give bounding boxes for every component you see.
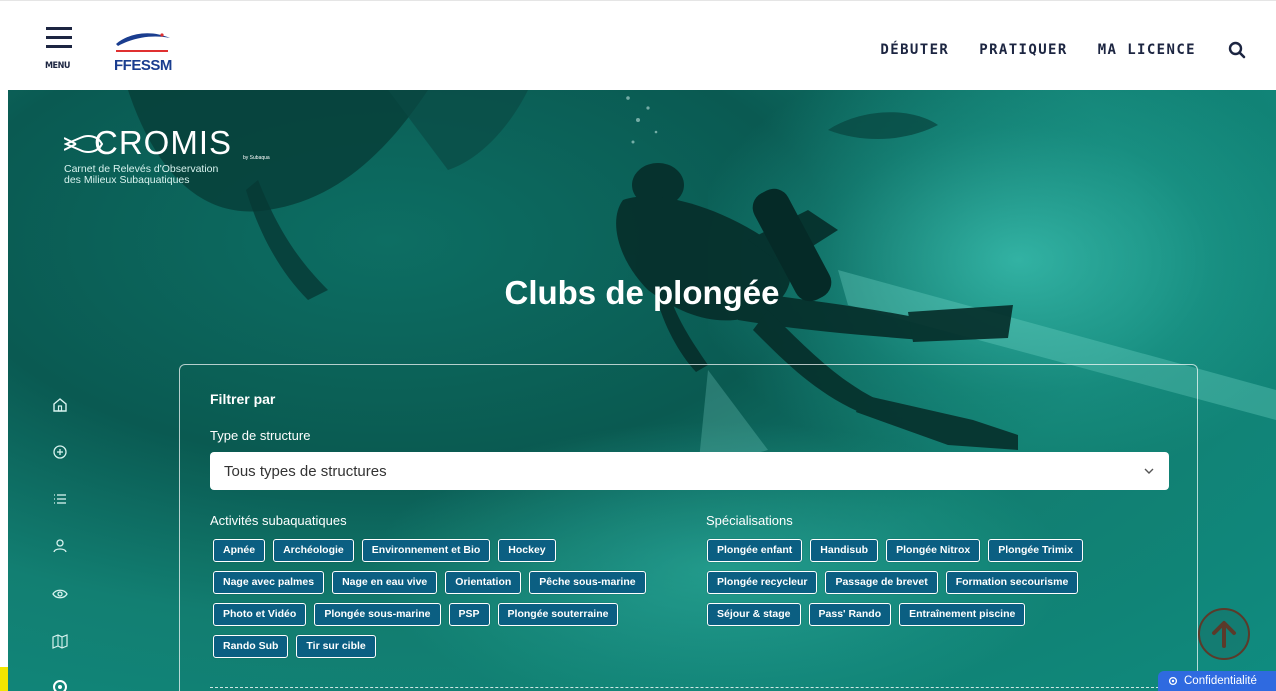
privacy-label: Confidentialité — [1184, 675, 1257, 687]
structure-type-select[interactable]: Tous types de structures — [210, 452, 1169, 490]
activity-chip[interactable]: Nage avec palmes — [213, 571, 325, 594]
specialisation-chip[interactable]: Entraînement piscine — [899, 603, 1026, 626]
nav-debuter[interactable]: DÉBUTER — [880, 42, 949, 58]
activity-chip[interactable]: Pêche sous-marine — [529, 571, 646, 594]
specialisation-chip[interactable]: Plongée enfant — [707, 539, 803, 562]
section-divider — [210, 687, 1169, 688]
scroll-to-top-button[interactable] — [1198, 608, 1250, 660]
logo-swoosh-icon — [116, 33, 170, 52]
add-circle-icon[interactable] — [50, 442, 70, 462]
specialisation-chip[interactable]: Pass' Rando — [808, 603, 892, 626]
specialisation-chip[interactable]: Plongée Nitrox — [886, 539, 981, 562]
filter-panel: Filtrer par Type de structure Tous types… — [179, 364, 1198, 691]
search-icon[interactable] — [1228, 41, 1246, 59]
activity-chip[interactable]: Hockey — [498, 539, 556, 562]
page-title: Clubs de plongée — [504, 274, 780, 311]
privacy-button[interactable]: Confidentialité — [1158, 671, 1276, 691]
logo-text: FFESSM — [114, 57, 172, 74]
cromis-brand[interactable]: CROMIS by Subaqua Carnet de Relevés d'Ob… — [64, 124, 284, 194]
specialisations-label: Spécialisations — [706, 513, 793, 528]
ffessm-logo[interactable]: FFESSM — [112, 26, 174, 76]
eye-icon[interactable] — [50, 584, 70, 604]
user-icon[interactable] — [50, 536, 70, 556]
specialisation-chip[interactable]: Séjour & stage — [707, 603, 801, 626]
cromis-title: CROMIS — [94, 124, 232, 161]
structure-type-label: Type de structure — [210, 428, 311, 443]
home-icon[interactable] — [50, 395, 70, 415]
activity-chip[interactable]: Environnement et Bio — [361, 539, 491, 562]
activity-chip[interactable]: Archéologie — [273, 539, 354, 562]
activity-chip[interactable]: Rando Sub — [213, 635, 289, 658]
list-icon[interactable] — [50, 489, 70, 509]
activity-chip[interactable]: Nage en eau vive — [332, 571, 438, 594]
filter-title: Filtrer par — [210, 391, 276, 407]
activity-chip[interactable]: Photo et Vidéo — [213, 603, 307, 626]
activity-chip[interactable]: Apnée — [213, 539, 266, 562]
main-nav: DÉBUTER PRATIQUER MA LICENCE — [850, 41, 1246, 59]
nav-pratiquer[interactable]: PRATIQUER — [979, 42, 1067, 58]
hero-banner: CROMIS by Subaqua Carnet de Relevés d'Ob… — [8, 90, 1276, 691]
specialisation-chip[interactable]: Passage de brevet — [825, 571, 938, 594]
specialisations-chip-group: Plongée enfant Handisub Plongée Nitrox Plon… — [707, 539, 1172, 635]
activity-chip[interactable]: PSP — [448, 603, 490, 626]
chevron-down-icon — [1144, 468, 1154, 474]
activity-chip[interactable]: Tir sur cible — [296, 635, 376, 658]
site-header: MENU FFESSM DÉBUTER PRATIQUER MA LICENCE — [0, 0, 1276, 90]
structure-type-value: Tous types de structures — [224, 463, 387, 480]
activity-chip[interactable]: Plongée sous-marine — [314, 603, 441, 626]
cromis-subtitle-line: des Milieux Subaquatiques — [64, 174, 190, 186]
nav-ma-licence[interactable]: MA LICENCE — [1098, 42, 1196, 58]
hamburger-icon — [46, 27, 72, 30]
specialisation-chip[interactable]: Handisub — [810, 539, 879, 562]
menu-label: MENU — [45, 61, 70, 71]
activity-chip[interactable]: Orientation — [445, 571, 522, 594]
specialisation-chip[interactable]: Formation secourisme — [945, 571, 1079, 594]
target-icon[interactable] — [50, 677, 70, 691]
activities-chip-group: Apnée Archéologie Environnement et Bio Hock… — [213, 539, 658, 667]
activity-chip[interactable]: Plongée souterraine — [497, 603, 619, 626]
gear-icon — [1168, 676, 1178, 686]
hamburger-bar — [46, 36, 72, 39]
map-icon[interactable] — [50, 631, 70, 651]
cromis-by-label: by Subaqua — [243, 155, 270, 161]
specialisation-chip[interactable]: Plongée Trimix — [988, 539, 1083, 562]
menu-button[interactable]: MENU — [44, 27, 74, 71]
edge-marker — [0, 667, 8, 691]
activities-label: Activités subaquatiques — [210, 513, 347, 528]
specialisation-chip[interactable]: Plongée recycleur — [707, 571, 818, 594]
cromis-subtitle: Carnet de Relevés d'Observation des Mili… — [64, 164, 218, 186]
hamburger-bar — [46, 45, 72, 48]
arrow-up-icon — [1212, 621, 1236, 648]
